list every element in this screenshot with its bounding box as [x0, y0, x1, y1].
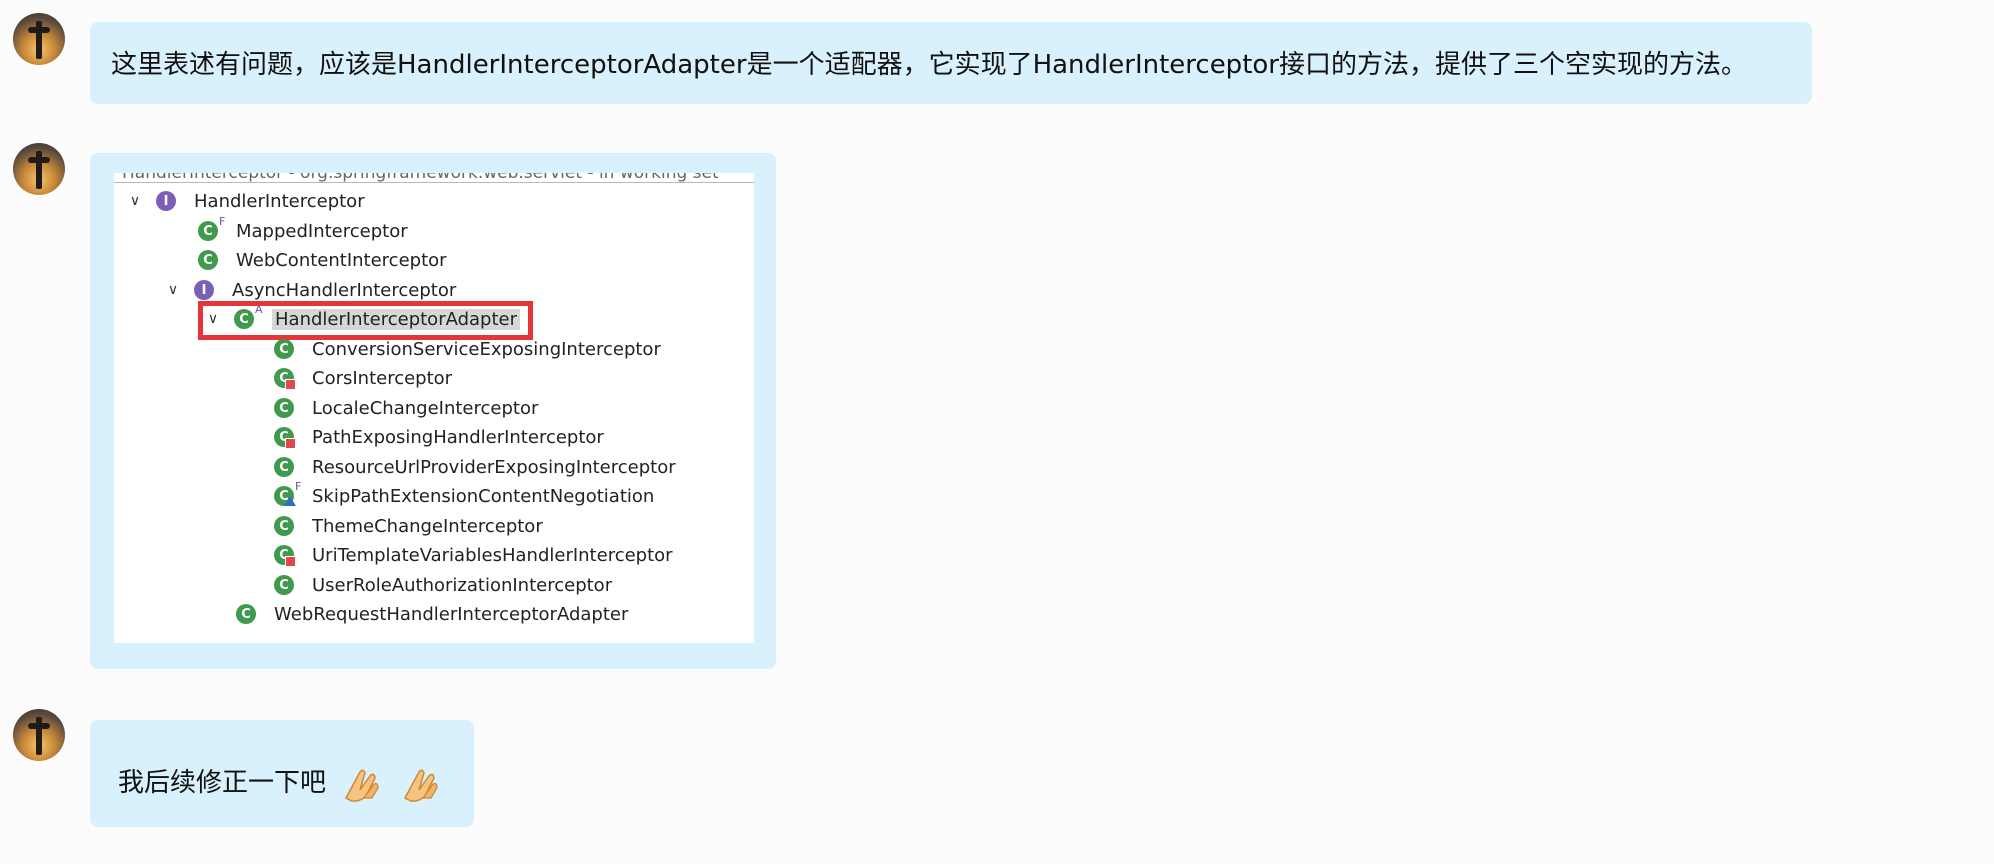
class-icon: C: [274, 457, 294, 477]
tree-item-label: ResourceUrlProviderExposingInterceptor: [312, 456, 676, 478]
message-text-1: 这里表述有问题，应该是HandlerInterceptorAdapter是一个适…: [111, 50, 1747, 80]
tree-item-label: SkipPathExtensionContentNegotiation: [312, 485, 655, 507]
modifier-label: F: [295, 480, 302, 493]
message-text: 我后续修正一下吧: [118, 768, 327, 798]
class-icon: CF: [198, 215, 225, 241]
private-badge-icon: [285, 379, 296, 390]
tree-item-label: HandlerInterceptor: [194, 190, 365, 212]
folded-hands-emoji-icon: [345, 769, 379, 802]
tree-item-label: CorsInterceptor: [312, 367, 453, 389]
private-badge-icon: [285, 556, 296, 567]
tree-item-label: MappedInterceptor: [236, 220, 408, 242]
tree-item-conversionserviceexposinginterceptor[interactable]: C ConversionServiceExposingInterceptor: [274, 335, 661, 363]
interface-icon: I: [194, 280, 214, 300]
class-icon: C: [274, 545, 296, 567]
class-icon: C: [274, 339, 294, 359]
tree-item-pathexposinghandlerinterceptor[interactable]: C PathExposingHandlerInterceptor: [274, 423, 604, 451]
class-icon: C: [274, 368, 296, 390]
tree-item-label: LocaleChangeInterceptor: [312, 397, 539, 419]
tree-item-mappedinterceptor[interactable]: CF MappedInterceptor: [198, 215, 408, 245]
tree-item-webcontentinterceptor[interactable]: C WebContentInterceptor: [198, 246, 447, 274]
tree-item-label: AsyncHandlerInterceptor: [232, 279, 457, 301]
tree-item-uritemplatevariableshandlerinterceptor[interactable]: C UriTemplateVariablesHandlerInterceptor: [274, 541, 673, 569]
avatar[interactable]: [13, 143, 65, 195]
tree-item-label: PathExposingHandlerInterceptor: [312, 426, 604, 448]
tree-item-label: WebContentInterceptor: [236, 249, 447, 271]
class-icon: C: [198, 250, 218, 270]
type-hierarchy-screenshot[interactable]: HandlerInterceptor - org.springframework…: [114, 173, 754, 643]
package-badge-icon: [284, 496, 296, 506]
tree-item-localechangeinterceptor[interactable]: C LocaleChangeInterceptor: [274, 394, 538, 422]
tree-item-skippathextensioncontentnegotiation[interactable]: CF SkipPathExtensionContentNegotiation: [274, 480, 655, 510]
modifier-label: F: [219, 215, 226, 228]
tree-item-userroleauthorizationinterceptor[interactable]: C UserRoleAuthorizationInterceptor: [274, 571, 612, 599]
tree-item-resourceurlproviderexposinginterceptor[interactable]: C ResourceUrlProviderExposingInterceptor: [274, 453, 676, 481]
divider: [114, 182, 754, 183]
class-icon: C: [236, 604, 256, 624]
tree-item-asynchandlerinterceptor[interactable]: ∨ I AsyncHandlerInterceptor: [164, 276, 456, 304]
tree-item-label: ConversionServiceExposingInterceptor: [312, 338, 661, 360]
class-icon: C: [274, 398, 294, 418]
message-text-3: 我后续修正一下吧: [118, 762, 443, 804]
chevron-down-icon[interactable]: ∨: [126, 193, 144, 209]
tree-item-handlerinterceptor[interactable]: ∨ I HandlerInterceptor: [126, 187, 365, 215]
interface-icon: I: [156, 191, 176, 211]
avatar[interactable]: [13, 709, 65, 761]
class-icon: CF: [274, 480, 301, 506]
class-icon: C: [274, 427, 296, 449]
tree-item-webrequesthandlerinterceptoradapter[interactable]: C WebRequestHandlerInterceptorAdapter: [236, 600, 628, 628]
private-badge-icon: [285, 438, 296, 449]
class-icon: C: [274, 516, 294, 536]
tree-item-label: UserRoleAuthorizationInterceptor: [312, 574, 613, 596]
tree-item-label: WebRequestHandlerInterceptorAdapter: [274, 603, 629, 625]
tree-item-corsinterceptor[interactable]: C CorsInterceptor: [274, 364, 452, 392]
tree-item-themechangeinterceptor[interactable]: C ThemeChangeInterceptor: [274, 512, 543, 540]
avatar[interactable]: [13, 13, 65, 65]
tree-item-label: UriTemplateVariablesHandlerInterceptor: [312, 544, 673, 566]
class-icon: C: [274, 575, 294, 595]
tree-item-label: ThemeChangeInterceptor: [312, 515, 543, 537]
chevron-down-icon[interactable]: ∨: [164, 282, 182, 298]
folded-hands-emoji-icon: [403, 769, 438, 802]
